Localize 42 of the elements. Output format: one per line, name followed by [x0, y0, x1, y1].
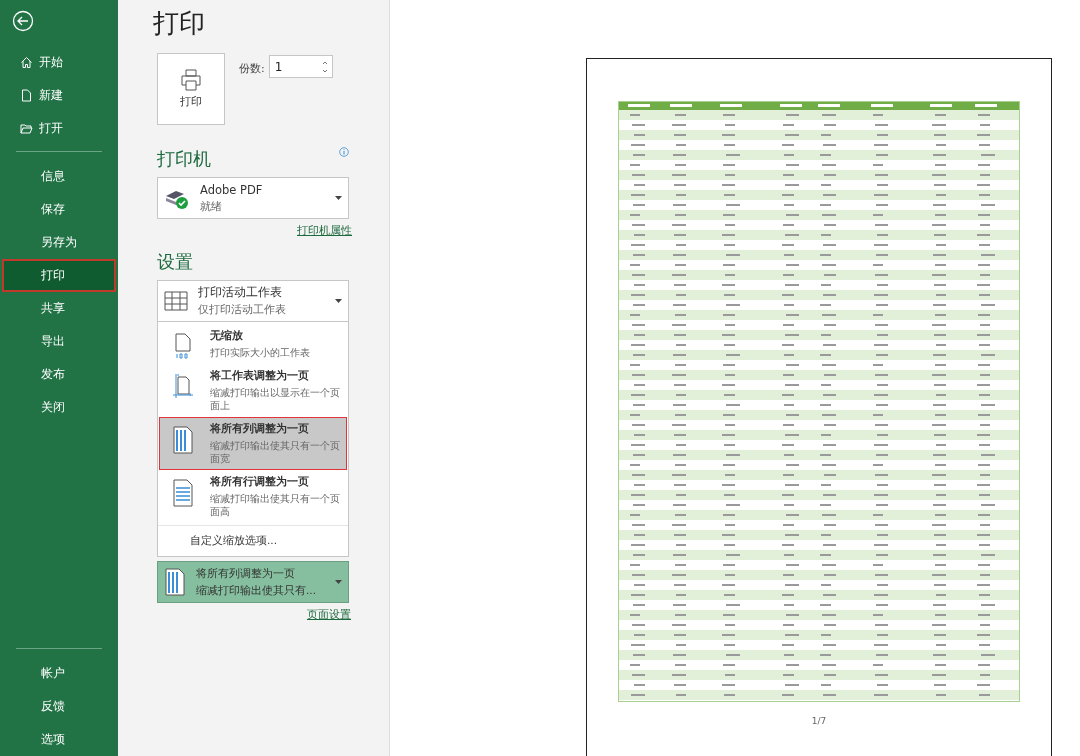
page-setup-link[interactable]: 页面设置	[307, 608, 351, 622]
back-icon[interactable]	[12, 10, 34, 32]
fit-page-icon	[172, 373, 194, 399]
caret-icon	[335, 196, 342, 200]
print-what-dropdown[interactable]: 打印活动工作表 仅打印活动工作表	[157, 280, 349, 322]
sidebar-item[interactable]: 导出	[2, 325, 116, 358]
columns-page-icon	[172, 426, 194, 454]
spin-arrows-icon	[321, 59, 328, 74]
sidebar-item[interactable]: 新建	[2, 79, 116, 112]
section-heading: 打印机	[157, 147, 211, 171]
page-number: 1/7	[811, 716, 827, 726]
page-title: 打印	[153, 7, 206, 40]
printer-properties-link[interactable]: 打印机属性	[297, 224, 352, 238]
sidebar-item[interactable]: 反馈	[2, 690, 116, 723]
columns-page-icon	[164, 568, 186, 596]
sidebar-item[interactable]: 帐户	[2, 657, 116, 690]
rows-page-icon	[172, 479, 194, 507]
sidebar-item[interactable]: 信息	[2, 160, 116, 193]
sidebar-item[interactable]: 打印	[2, 259, 116, 292]
sidebar-item[interactable]: 开始	[2, 46, 116, 79]
sidebar-item[interactable]: 另存为	[2, 226, 116, 259]
copies-spinner[interactable]: 1	[268, 55, 333, 78]
menu-item[interactable]: 自定义缩放选项...	[158, 525, 348, 554]
scaling-dropdown[interactable]: 将所有列调整为一页 缩减打印输出使其只有...	[157, 561, 349, 603]
sidebar-item[interactable]: 关闭	[2, 391, 116, 424]
caret-icon	[335, 580, 342, 584]
sidebar-item[interactable]: 发布	[2, 358, 116, 391]
caret-icon	[335, 299, 342, 303]
sidebar-item[interactable]: 保存	[2, 193, 116, 226]
document-icon	[20, 89, 33, 102]
section-heading: 设置	[157, 250, 193, 274]
print-button[interactable]: 打印	[157, 53, 225, 125]
folder-icon	[20, 122, 33, 135]
sidebar-item[interactable]: 打开	[2, 112, 116, 145]
page-icon	[174, 333, 192, 359]
table-icon	[164, 291, 188, 311]
sidebar-item[interactable]: 共享	[2, 292, 116, 325]
printer-icon	[179, 69, 203, 91]
copies-label: 份数:	[239, 61, 265, 77]
sidebar-item[interactable]: 选项	[2, 723, 116, 756]
printer-dropdown[interactable]: Adobe PDF 就绪	[157, 177, 349, 219]
home-icon	[20, 56, 33, 69]
